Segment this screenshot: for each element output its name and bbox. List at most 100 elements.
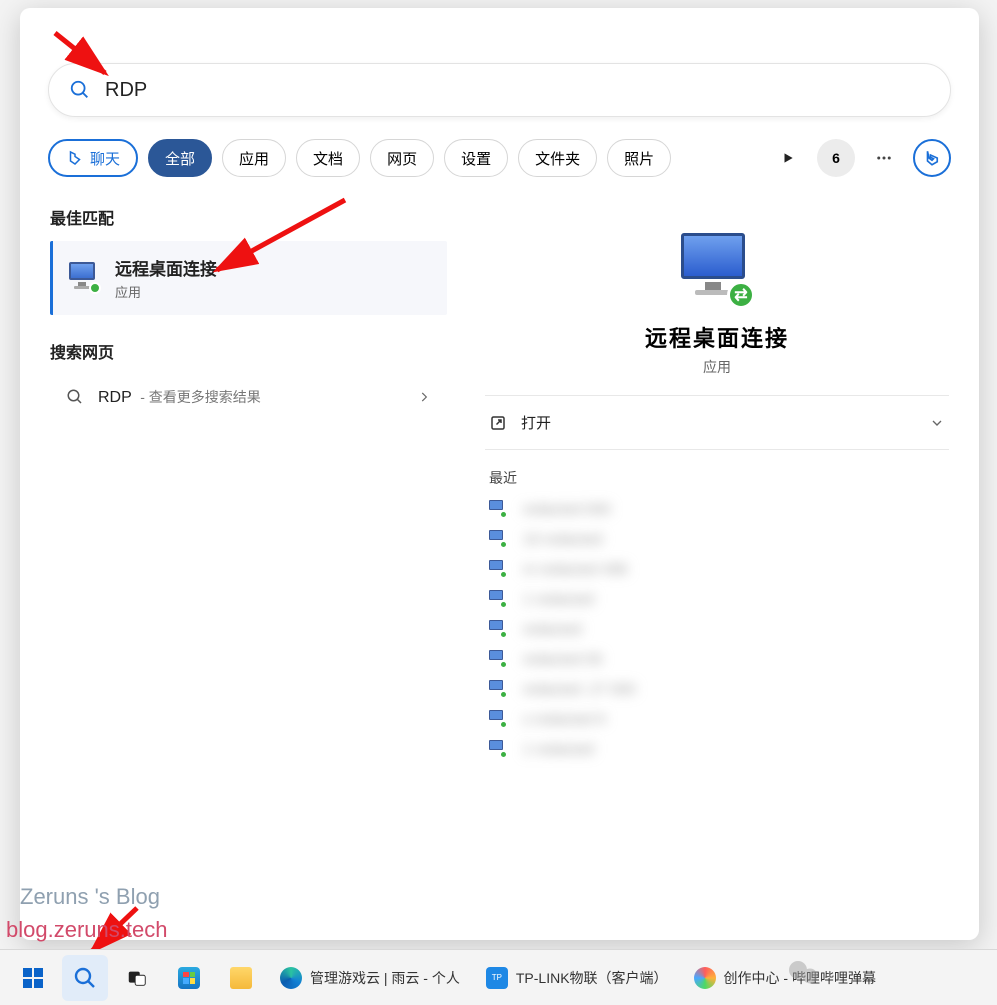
recent-item-label: redacted 000: [523, 501, 611, 518]
task-view-icon: [126, 967, 148, 989]
store-icon: [178, 967, 200, 989]
web-search-row[interactable]: RDP - 查看更多搜索结果: [50, 375, 447, 419]
filter-web-label: 网页: [387, 148, 417, 169]
best-match-header: 最佳匹配: [50, 205, 455, 229]
recent-item[interactable]: s redacted 9: [489, 710, 949, 728]
more-icon: [875, 149, 893, 167]
recent-header: 最近: [489, 468, 945, 488]
result-subtitle: 应用: [115, 282, 217, 301]
details-title: 远程桌面连接: [485, 321, 949, 353]
edge-icon: [280, 967, 302, 989]
bilibili-icon: [694, 967, 716, 989]
details-header: ⇄ 远程桌面连接 应用: [485, 203, 949, 396]
ms-store-button[interactable]: [166, 955, 212, 1001]
recent-item-label: 1 redacted: [523, 591, 594, 608]
search-box[interactable]: [48, 63, 951, 117]
start-button[interactable]: [10, 955, 56, 1001]
tplink-icon: TP: [486, 967, 508, 989]
recent-item[interactable]: m redacted 498: [489, 560, 949, 578]
recent-item-label: 1 redacted: [523, 741, 594, 758]
result-title: 远程桌面连接: [115, 255, 217, 280]
recent-item-label: s redacted 9: [523, 711, 606, 728]
taskbar-app-bilibili[interactable]: 创作中心 - 哔哩哔哩弹幕: [684, 955, 886, 1001]
play-button[interactable]: [769, 139, 807, 177]
recent-list: redacted 000 19 redacted m redacted 498 …: [485, 500, 949, 758]
search-web-header: 搜索网页: [50, 339, 455, 363]
rdc-mini-icon: [489, 560, 507, 578]
task-view-button[interactable]: [114, 955, 160, 1001]
rdc-mini-icon: [489, 590, 507, 608]
windows-search-panel: 聊天 全部 应用 文档 网页 设置 文件夹 照片 6 最佳匹配: [20, 8, 979, 940]
wechat-overlay-icon: [786, 955, 822, 991]
recent-item-label: redacted: [523, 621, 581, 638]
filter-settings[interactable]: 设置: [444, 139, 508, 177]
details-actions: 打开: [485, 396, 949, 450]
filter-chat[interactable]: 聊天: [48, 139, 138, 177]
rdc-mini-icon: [489, 710, 507, 728]
filter-photos-label: 照片: [624, 148, 654, 169]
more-button[interactable]: [865, 139, 903, 177]
results-area: 最佳匹配 远程桌面连接 应用 搜索网页 RDP - 查看更多搜索结果: [20, 191, 979, 940]
recent-item[interactable]: redacted 09: [489, 650, 949, 668]
best-match-result[interactable]: 远程桌面连接 应用: [50, 241, 447, 315]
recent-item[interactable]: redacted 000: [489, 500, 949, 518]
rdc-mini-icon: [489, 680, 507, 698]
search-input[interactable]: [105, 79, 930, 102]
taskbar-app-label: TP-LINK物联（客户端）: [516, 968, 668, 988]
rdc-mini-icon: [489, 740, 507, 758]
watermark-blog-url: blog.zeruns.tech: [6, 917, 167, 943]
taskbar-app-label: 管理游戏云 | 雨云 - 个人: [310, 968, 460, 988]
rdc-app-icon: [69, 262, 101, 294]
open-action[interactable]: 打开: [489, 412, 551, 433]
search-icon: [69, 79, 91, 101]
filter-apps[interactable]: 应用: [222, 139, 286, 177]
filter-web[interactable]: 网页: [370, 139, 434, 177]
bing-chat-icon: [66, 149, 84, 167]
recent-item[interactable]: 1 redacted: [489, 740, 949, 758]
filter-docs-label: 文档: [313, 148, 343, 169]
recent-item[interactable]: redacted: [489, 620, 949, 638]
badge-count: 6: [832, 150, 840, 166]
filter-all-label: 全部: [165, 148, 195, 169]
watermark-blog-title: Zeruns 's Blog: [20, 884, 160, 910]
recent-item-label: redacted 09: [523, 651, 602, 668]
result-meta: 远程桌面连接 应用: [115, 255, 217, 301]
filter-folders[interactable]: 文件夹: [518, 139, 597, 177]
open-label: 打开: [521, 412, 551, 433]
web-query: RDP: [98, 389, 132, 406]
search-icon: [73, 966, 97, 990]
filter-chat-label: 聊天: [90, 148, 120, 169]
play-icon: [781, 151, 795, 165]
search-taskbar-button[interactable]: [62, 955, 108, 1001]
filter-all[interactable]: 全部: [148, 139, 212, 177]
web-hint: - 查看更多搜索结果: [140, 389, 261, 405]
rdc-mini-icon: [489, 620, 507, 638]
rdc-mini-icon: [489, 530, 507, 548]
taskbar: 管理游戏云 | 雨云 - 个人 TP TP-LINK物联（客户端） 创作中心 -…: [0, 949, 997, 1005]
filter-docs[interactable]: 文档: [296, 139, 360, 177]
recent-item-label: redacted .27 000: [523, 681, 636, 698]
chevron-down-icon[interactable]: [929, 415, 945, 431]
rdc-app-icon-large: ⇄: [677, 233, 757, 313]
chevron-right-icon: [417, 390, 431, 404]
search-icon: [66, 388, 84, 406]
notification-badge[interactable]: 6: [817, 139, 855, 177]
bing-icon: [923, 149, 941, 167]
taskbar-app-tplink[interactable]: TP TP-LINK物联（客户端）: [476, 955, 678, 1001]
rdc-mini-icon: [489, 650, 507, 668]
recent-item[interactable]: redacted .27 000: [489, 680, 949, 698]
filter-row: 聊天 全部 应用 文档 网页 设置 文件夹 照片 6: [20, 133, 979, 191]
bing-button[interactable]: [913, 139, 951, 177]
filter-settings-label: 设置: [461, 148, 491, 169]
details-right-column: ⇄ 远程桌面连接 应用 打开 最近 redacted 000 19 redact…: [455, 191, 979, 940]
results-left-column: 最佳匹配 远程桌面连接 应用 搜索网页 RDP - 查看更多搜索结果: [20, 191, 455, 940]
filter-apps-label: 应用: [239, 148, 269, 169]
filter-photos[interactable]: 照片: [607, 139, 671, 177]
file-explorer-button[interactable]: [218, 955, 264, 1001]
rdc-mini-icon: [489, 500, 507, 518]
taskbar-app-edge[interactable]: 管理游戏云 | 雨云 - 个人: [270, 955, 470, 1001]
recent-item[interactable]: 19 redacted: [489, 530, 949, 548]
open-external-icon: [489, 414, 507, 432]
windows-icon: [21, 966, 45, 990]
recent-item[interactable]: 1 redacted: [489, 590, 949, 608]
